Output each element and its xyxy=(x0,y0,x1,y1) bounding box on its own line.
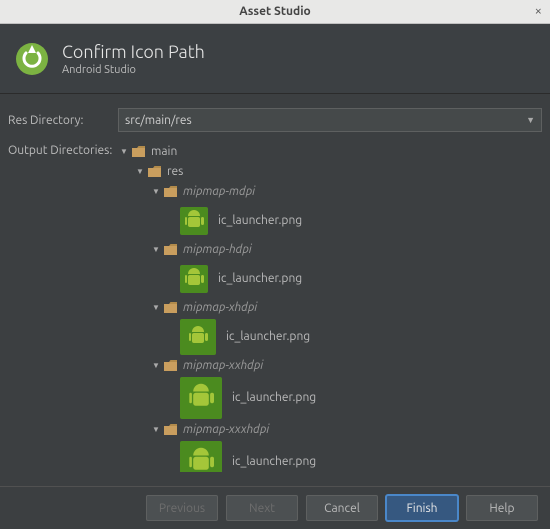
disclosure-triangle-icon[interactable]: ▼ xyxy=(134,167,146,177)
cancel-button[interactable]: Cancel xyxy=(306,495,378,521)
tree-label: mipmap-mdpi xyxy=(183,184,255,200)
disclosure-triangle-icon[interactable]: ▼ xyxy=(150,361,162,371)
tree-node-file[interactable]: ic_launcher.png xyxy=(118,260,542,298)
tree-node-folder[interactable]: ▼ mipmap-hdpi xyxy=(118,240,542,260)
icon-preview-thumbnail xyxy=(180,265,208,293)
dialog-footer: Previous Next Cancel Finish Help xyxy=(0,486,550,529)
tree-node-file[interactable]: ic_launcher.png xyxy=(118,376,542,420)
res-directory-value: src/main/res xyxy=(125,114,192,127)
content-area: Res Directory: src/main/res ▼ Output Dir… xyxy=(0,94,550,486)
folder-icon xyxy=(164,302,178,314)
window-title: Asset Studio xyxy=(239,5,311,18)
tree-node-folder[interactable]: ▼ mipmap-mdpi xyxy=(118,182,542,202)
tree-file-label: ic_launcher.png xyxy=(218,213,302,229)
icon-preview-thumbnail xyxy=(180,377,222,419)
tree-node-file[interactable]: ic_launcher.png xyxy=(118,202,542,240)
tree-node-folder[interactable]: ▼ mipmap-xxhdpi xyxy=(118,356,542,376)
icon-preview-thumbnail xyxy=(180,319,216,355)
tree-label: res xyxy=(167,164,183,180)
tree-label: mipmap-xxxhdpi xyxy=(183,422,269,438)
dialog-header: Confirm Icon Path Android Studio xyxy=(0,24,550,94)
disclosure-triangle-icon[interactable]: ▼ xyxy=(150,425,162,435)
tree-node-file[interactable]: ic_launcher.png xyxy=(118,318,542,356)
folder-icon xyxy=(164,186,178,198)
header-title: Confirm Icon Path xyxy=(62,42,205,62)
folder-icon xyxy=(164,424,178,436)
output-directories-label: Output Directories: xyxy=(8,144,118,157)
folder-icon xyxy=(148,166,162,178)
tree-label: main xyxy=(151,144,177,160)
res-directory-row: Res Directory: src/main/res ▼ xyxy=(8,108,542,132)
tree-node-folder[interactable]: ▼ mipmap-xxxhdpi xyxy=(118,420,542,440)
folder-icon xyxy=(132,146,146,158)
chevron-down-icon: ▼ xyxy=(526,115,535,125)
close-icon[interactable]: × xyxy=(535,4,542,18)
disclosure-triangle-icon[interactable]: ▼ xyxy=(118,147,130,157)
icon-preview-thumbnail xyxy=(180,441,222,472)
disclosure-triangle-icon[interactable]: ▼ xyxy=(150,303,162,313)
icon-preview-thumbnail xyxy=(180,207,208,235)
help-button[interactable]: Help xyxy=(466,495,538,521)
tree-node-file[interactable]: ic_launcher.png xyxy=(118,440,542,472)
disclosure-triangle-icon[interactable]: ▼ xyxy=(150,245,162,255)
output-directories-row: Output Directories: ▼ main ▼ res ▼ mipmap-mdp… xyxy=(8,142,542,472)
tree-label: mipmap-xxhdpi xyxy=(183,358,263,374)
header-subtitle: Android Studio xyxy=(62,64,205,76)
previous-button: Previous xyxy=(146,495,218,521)
tree-node-main[interactable]: ▼ main xyxy=(118,142,542,162)
folder-icon xyxy=(164,360,178,372)
tree-node-folder[interactable]: ▼ mipmap-xhdpi xyxy=(118,298,542,318)
res-directory-label: Res Directory: xyxy=(8,114,118,127)
titlebar: Asset Studio × xyxy=(0,0,550,24)
tree-label: mipmap-hdpi xyxy=(183,242,252,258)
tree-node-res[interactable]: ▼ res xyxy=(118,162,542,182)
folder-icon xyxy=(164,244,178,256)
res-directory-select[interactable]: src/main/res ▼ xyxy=(118,108,542,132)
tree-file-label: ic_launcher.png xyxy=(232,390,316,406)
next-button: Next xyxy=(226,495,298,521)
tree-label: mipmap-xhdpi xyxy=(183,300,257,316)
android-studio-icon xyxy=(14,41,50,77)
header-text: Confirm Icon Path Android Studio xyxy=(62,42,205,76)
output-directories-tree[interactable]: ▼ main ▼ res ▼ mipmap-mdpi ic_launcher.png ▼ mip… xyxy=(118,142,542,472)
tree-file-label: ic_launcher.png xyxy=(218,271,302,287)
tree-file-label: ic_launcher.png xyxy=(226,329,310,345)
tree-file-label: ic_launcher.png xyxy=(232,454,316,470)
finish-button[interactable]: Finish xyxy=(386,495,458,521)
disclosure-triangle-icon[interactable]: ▼ xyxy=(150,187,162,197)
